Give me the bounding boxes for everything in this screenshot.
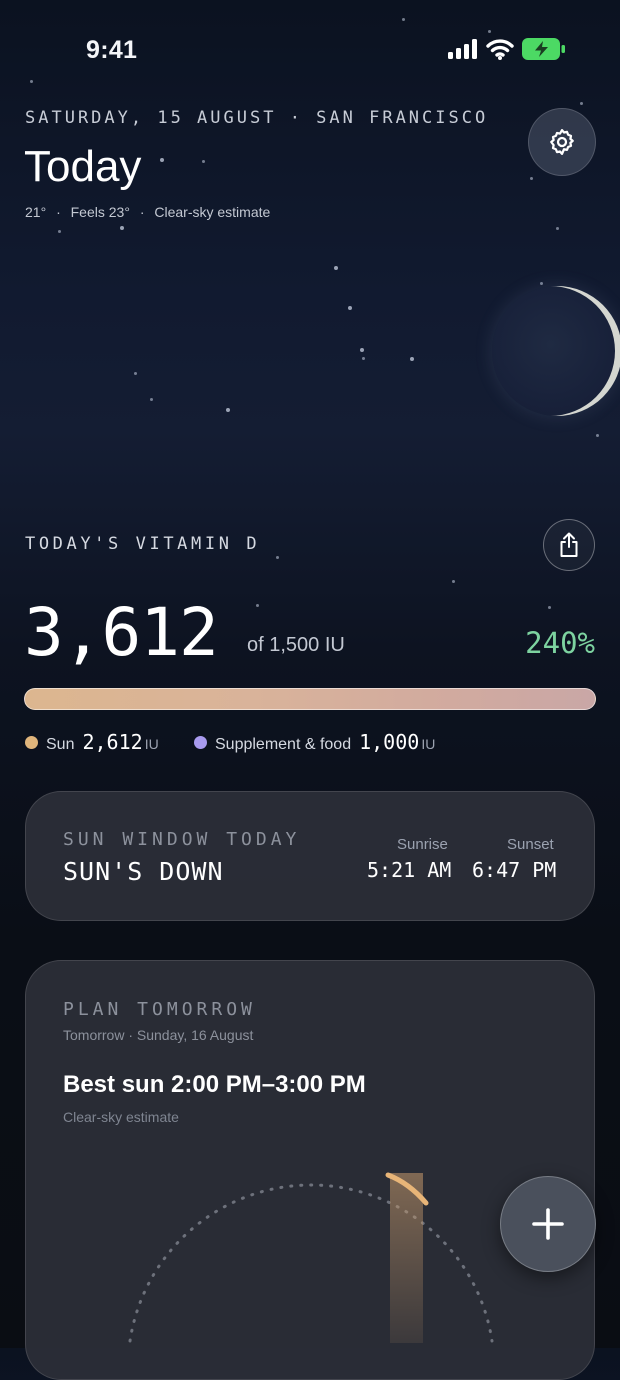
sun-legend-label: Sun bbox=[46, 736, 75, 753]
sunrise-time: 5:21 AM bbox=[367, 858, 452, 882]
supplement-legend-unit: IU bbox=[421, 736, 436, 752]
separator: · bbox=[139, 204, 145, 220]
temperature: 21° bbox=[25, 204, 47, 220]
battery-icon bbox=[522, 38, 565, 60]
vitamin-d-progress-bar bbox=[24, 688, 596, 710]
status-time: 9:41 bbox=[86, 36, 138, 64]
vitamin-d-percent: 240% bbox=[525, 626, 595, 660]
vitamin-d-title: TODAY'S VITAMIN D bbox=[25, 534, 261, 554]
page-title: Today bbox=[24, 142, 142, 191]
vitamin-d-total: 3,612 bbox=[24, 594, 219, 671]
feels-like: Feels 23° bbox=[70, 204, 130, 220]
plan-tomorrow-card[interactable]: PLAN TOMORROW Tomorrow · Sunday, 16 Augu… bbox=[25, 960, 595, 1380]
gear-icon bbox=[550, 129, 574, 155]
status-icons bbox=[448, 38, 566, 60]
supplement-legend-label: Supplement & food bbox=[215, 736, 352, 753]
signal-icon bbox=[448, 39, 477, 59]
clear-sky-estimate: Clear-sky estimate bbox=[154, 204, 271, 220]
vitamin-d-goal: of 1,500 IU bbox=[247, 634, 345, 656]
sun-legend-value: 2,612 bbox=[82, 730, 143, 754]
sunrise-label: Sunrise bbox=[397, 836, 448, 853]
separator: · bbox=[56, 204, 61, 220]
share-icon bbox=[560, 532, 578, 557]
sun-path-arc bbox=[128, 1183, 494, 1343]
sun-legend-dot bbox=[25, 735, 38, 749]
share-button[interactable] bbox=[543, 519, 595, 571]
settings-button[interactable] bbox=[528, 108, 596, 176]
supplement-legend-value: 1,000 bbox=[359, 730, 420, 754]
legend-supplement: Supplement & food 1,000 IU bbox=[194, 730, 435, 754]
sunset-label: Sunset bbox=[507, 836, 554, 853]
weather-summary: 21° · Feels 23° · Clear-sky estimate bbox=[25, 204, 270, 220]
supplement-legend-dot bbox=[194, 735, 207, 749]
add-button[interactable] bbox=[500, 1176, 596, 1272]
sunset-time: 6:47 PM bbox=[472, 858, 557, 882]
wifi-icon bbox=[486, 38, 514, 60]
sun-window-card[interactable]: SUN WINDOW TODAY SUN'S DOWN Sunrise 5:21… bbox=[25, 791, 595, 921]
best-sun-beam bbox=[390, 1173, 423, 1343]
sun-legend-unit: IU bbox=[144, 736, 159, 752]
sun-status: SUN'S DOWN bbox=[63, 857, 224, 886]
date-location-line: SATURDAY, 15 AUGUST · SAN FRANCISCO bbox=[25, 108, 489, 128]
plus-icon bbox=[532, 1208, 564, 1240]
legend-sun: Sun 2,612 IU bbox=[25, 730, 159, 754]
moon-illustration bbox=[492, 286, 620, 416]
sun-arc-chart bbox=[128, 1172, 494, 1343]
sun-window-label: SUN WINDOW TODAY bbox=[63, 829, 301, 850]
